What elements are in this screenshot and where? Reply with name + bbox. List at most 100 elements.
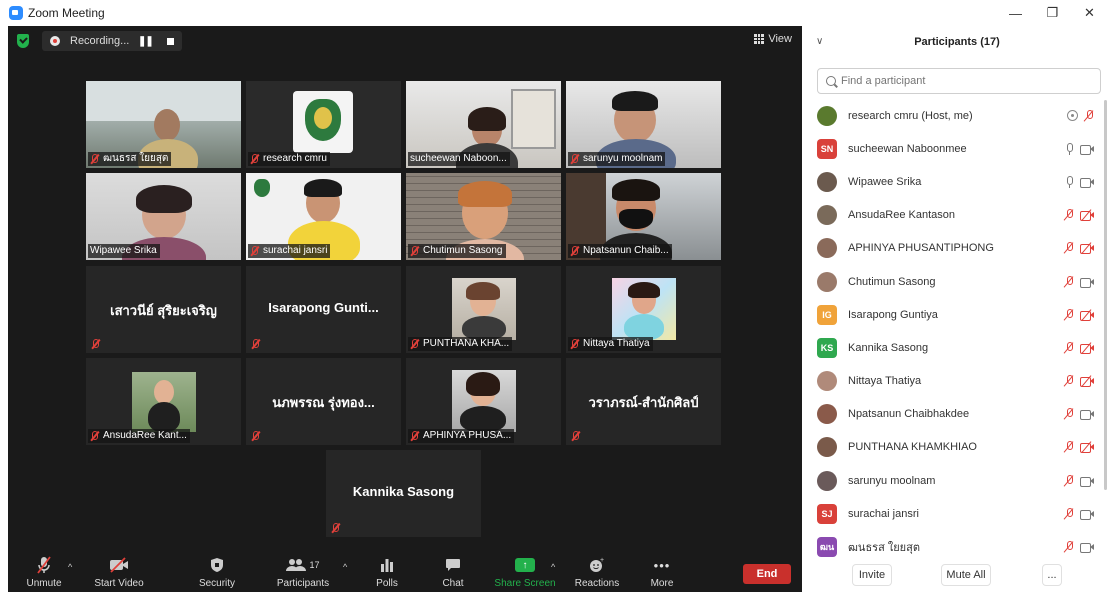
participants-button[interactable]: 17 Participants [268,554,338,592]
polls-label: Polls [376,578,398,589]
reactions-button[interactable]: + Reactions [562,554,632,592]
video-tile-active-speaker[interactable]: Wipawee Srika [86,173,241,260]
video-tile[interactable]: ฒนธรส ใยยสุต [86,81,241,168]
video-tile-off[interactable]: เสาวนีย์ สุริยะเจริญ [86,266,241,353]
participant-row[interactable]: Nittaya Thatiya [806,365,1108,398]
mic-muted-icon[interactable] [1064,474,1074,487]
participant-row[interactable]: ฒน ฒนธรส ใยยสุต [806,530,1108,563]
video-tile[interactable]: Nittaya Thatiya [566,266,721,353]
participant-row[interactable]: sarunyu moolnam [806,464,1108,497]
audio-options-caret-icon[interactable]: ^ [68,562,72,572]
view-button[interactable]: View [754,33,792,45]
polls-icon [380,554,394,576]
pause-recording-button[interactable]: ❚❚ [138,36,154,47]
chat-button[interactable]: Chat [418,554,488,592]
mic-muted-icon[interactable] [1064,507,1074,520]
participant-name: sarunyu moolnam [848,474,936,487]
video-tile[interactable]: Npatsanun Chaib... [566,173,721,260]
camera-icon[interactable] [1080,409,1094,421]
camera-off-icon[interactable] [1080,242,1094,255]
camera-icon[interactable] [1080,277,1094,288]
mic-muted-icon[interactable] [1064,341,1074,354]
stop-recording-button[interactable] [166,37,174,45]
more-options-button[interactable]: ... [1042,564,1062,586]
share-screen-button[interactable]: ↑ Share Screen [490,554,560,592]
participant-status-icons [1064,298,1094,331]
camera-slash-icon [1081,242,1092,255]
mic-muted-icon[interactable] [1064,441,1074,453]
unmute-button[interactable]: Unmute [9,554,79,592]
mic-muted-icon[interactable] [1084,109,1094,122]
participant-name: Isarapong Guntiya [848,308,938,321]
camera-icon[interactable] [1080,509,1094,520]
mic-muted-icon[interactable] [1064,541,1074,553]
video-tile-off[interactable]: Isarapong Gunti... [246,266,401,353]
mic-icon[interactable] [1064,175,1074,188]
polls-button[interactable]: Polls [352,554,422,592]
camera-icon[interactable] [1080,542,1094,554]
participants-caret-icon[interactable]: ^ [343,562,347,572]
video-tile[interactable]: surachai jansri [246,173,401,260]
start-video-button[interactable]: Start Video [84,554,154,592]
video-tile-off[interactable]: Kannika Sasong [326,450,481,537]
video-tile[interactable]: AnsudaRee Kant... [86,358,241,445]
participant-list: research cmru (Host, me) SN sucheewan Nabo… [806,99,1108,564]
participant-list-scrollbar[interactable] [1104,100,1107,490]
participant-hair [628,282,660,298]
encryption-shield-icon[interactable] [17,34,29,48]
participant-row[interactable]: research cmru (Host, me) [806,99,1108,132]
close-button[interactable]: ✕ [1071,0,1108,26]
participants-icon: 17 [286,554,320,576]
title-bar: Zoom Meeting — ❐ ✕ [0,0,1108,26]
participant-row[interactable]: AnsudaRee Kantason [806,199,1108,232]
participant-row[interactable]: PUNTHANA KHAMKHIAO [806,431,1108,464]
participant-row[interactable]: APHINYA PHUSANTIPHONG [806,232,1108,265]
mute-all-button[interactable]: Mute All [941,564,991,586]
video-tile[interactable]: research cmru [246,81,401,168]
video-tile-off[interactable]: นภพรรณ รุ่งทอง... [246,358,401,445]
participants-panel: ∨ Participants (17) research cmru (Host,… [806,26,1108,592]
camera-off-icon[interactable] [1080,441,1094,454]
more-label: More [650,578,674,589]
mic-muted-icon[interactable] [1064,275,1074,288]
mic-muted-icon[interactable] [1064,242,1074,254]
participant-row[interactable]: Npatsanun Chaibhakdee [806,398,1108,431]
camera-icon[interactable] [1080,144,1094,155]
end-meeting-button[interactable]: End [743,564,791,584]
participant-row[interactable]: SN sucheewan Naboonmee [806,132,1108,165]
minimize-button[interactable]: — [997,0,1034,26]
camera-icon[interactable] [1080,177,1094,188]
camera-off-icon[interactable] [1080,375,1094,388]
participant-row[interactable]: SJ surachai jansri [806,497,1108,530]
mic-muted-icon[interactable] [1064,308,1074,321]
mic-muted-icon[interactable] [1064,408,1074,420]
participant-search[interactable] [817,68,1101,94]
participant-row[interactable]: KS Kannika Sasong [806,331,1108,364]
video-tile[interactable]: Chutimun Sasong [406,173,561,260]
invite-button[interactable]: Invite [852,564,892,586]
more-button[interactable]: ••• More [627,554,697,592]
camera-off-icon[interactable] [1080,308,1094,321]
video-tile[interactable]: APHINYA PHUSA... [406,358,561,445]
mic-icon[interactable] [1064,142,1074,155]
restore-button[interactable]: ❐ [1034,0,1071,26]
panel-title: Participants (17) [914,36,1000,48]
participant-row[interactable]: Chutimun Sasong [806,265,1108,298]
camera-off-icon[interactable] [1080,209,1094,222]
video-tile[interactable]: PUNTHANA KHA... [406,266,561,353]
meeting-toolbar: Unmute ^ Start Video Security 17 Partici… [8,554,802,592]
mic-muted-icon[interactable] [1064,375,1074,387]
participant-row[interactable]: IG Isarapong Guntiya [806,298,1108,331]
video-tile-off[interactable]: วราภรณ์-สำนักศิลป์ [566,358,721,445]
camera-off-icon[interactable] [1080,342,1094,354]
camera-icon[interactable] [1080,476,1094,487]
share-options-caret-icon[interactable]: ^ [551,562,555,572]
mic-muted-icon[interactable] [1064,209,1074,221]
participant-row[interactable]: Wipawee Srika [806,165,1108,198]
chat-label: Chat [442,578,464,589]
video-tile[interactable]: sucheewan Naboon... [406,81,561,168]
start-video-label: Start Video [94,578,144,589]
security-button[interactable]: Security [182,554,252,592]
search-input[interactable] [841,75,1081,87]
video-tile[interactable]: sarunyu moolnam [566,81,721,168]
